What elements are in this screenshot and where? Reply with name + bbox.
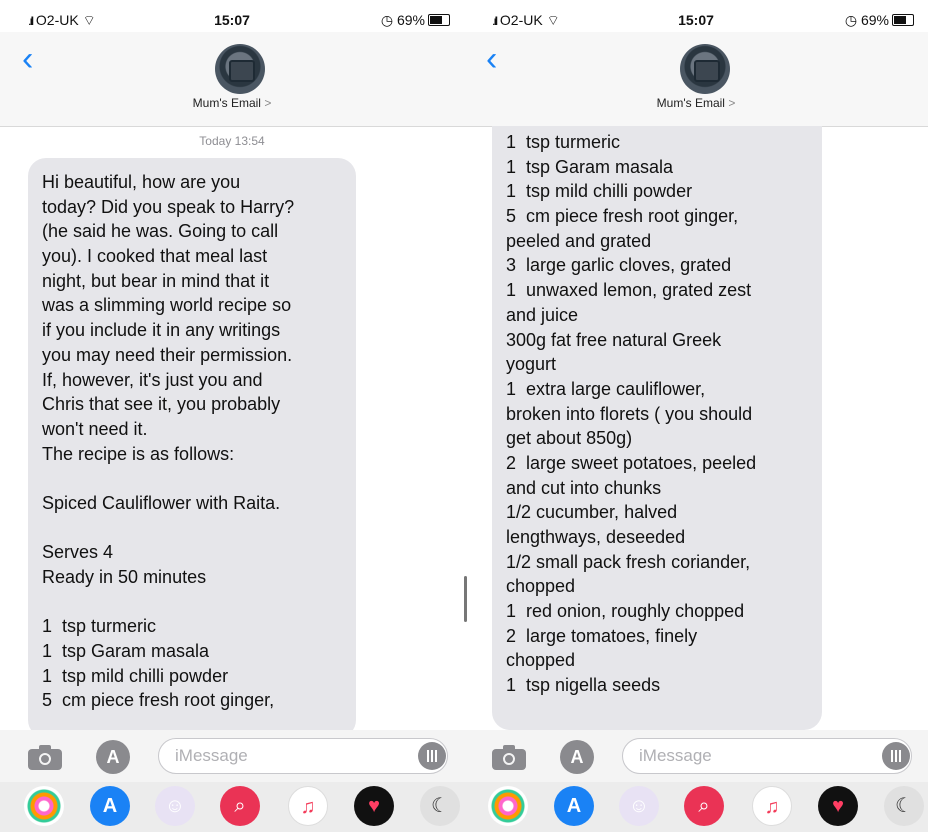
avatar[interactable] — [215, 44, 265, 94]
message-line: get about 850g) — [506, 428, 633, 449]
message-line: 2 large tomatoes, finely — [506, 625, 698, 646]
message-line: won't need it. — [42, 418, 148, 439]
memoji-app-icon[interactable]: ☺ — [155, 786, 195, 826]
message-line: 1/2 small pack fresh coriander, — [506, 551, 751, 572]
message-line: was a slimming world recipe so — [42, 295, 292, 316]
battery-percent: 69% — [860, 12, 889, 28]
conversation-header: ‹ Mum's Email > — [464, 32, 928, 127]
status-bar: .ıll O2-UK ⌔ 15:07 ◷ 69% — [0, 8, 464, 32]
message-line: peeled and grated — [506, 230, 652, 251]
message-line: 2 large sweet potatoes, peeled — [506, 452, 757, 473]
battery-icon — [892, 14, 914, 26]
message-line: chopped — [506, 576, 576, 597]
message-line — [42, 516, 342, 541]
message-line: 5 cm piece fresh root ginger, — [42, 690, 275, 711]
message-line: Serves 4 — [42, 542, 114, 563]
message-line: 5 cm piece fresh root ginger, — [506, 206, 739, 227]
battery-icon — [428, 14, 450, 26]
message-line: and cut into chunks — [506, 477, 662, 498]
image-search-app-icon[interactable]: ⌕ — [684, 786, 724, 826]
alarm-icon: ◷ — [844, 12, 858, 28]
conversation-header: ‹ Mum's Email > — [0, 32, 464, 127]
appstore-icon[interactable]: A — [560, 740, 594, 774]
digital-touch-app-icon[interactable]: ♥ — [818, 786, 858, 826]
alarm-icon: ◷ — [380, 12, 394, 28]
audio-waveform-icon[interactable] — [882, 742, 910, 770]
message-line — [42, 590, 342, 615]
digital-touch-app-icon[interactable]: ♥ — [354, 786, 394, 826]
message-line: night, but bear in mind that it — [42, 270, 270, 291]
message-timestamp: Today 13:54 — [199, 134, 265, 148]
message-line: 1 unwaxed lemon, grated zest — [506, 280, 752, 301]
appstore-app-icon[interactable]: A — [554, 786, 594, 826]
chevron-left-icon[interactable]: ‹ — [486, 42, 497, 76]
message-line: Ready in 50 minutes — [42, 567, 207, 587]
appstore-app-icon[interactable]: A — [90, 786, 130, 826]
message-line: 1 tsp mild chilli powder — [506, 181, 693, 202]
message-line: chopped — [506, 650, 576, 671]
message-line: today? Did you speak to Harry? — [42, 196, 295, 217]
photos-app-icon[interactable] — [488, 786, 528, 826]
message-line: 1/2 cucumber, halved — [506, 502, 678, 523]
message-line: lengthways, deseeded — [506, 527, 686, 547]
message-line: 1 tsp turmeric — [506, 132, 621, 152]
contact-name[interactable]: Mum's Email > — [464, 96, 928, 110]
right-screenshot: .ıll O2-UK ⌔ 15:07 ◷ 69% ‹ Mum's Email >… — [464, 0, 928, 832]
message-line: broken into florets ( you should — [506, 403, 753, 424]
moon-app-icon[interactable]: ☾ — [420, 786, 460, 826]
appstore-icon[interactable]: A — [96, 740, 130, 774]
battery-percent: 69% — [396, 12, 425, 28]
message-line: you). I cooked that meal last — [42, 246, 268, 267]
compose-bar: A iMessage — [0, 730, 464, 782]
camera-icon[interactable] — [28, 744, 62, 770]
image-search-app-icon[interactable]: ⌕ — [220, 786, 260, 826]
photos-app-icon[interactable] — [24, 786, 64, 826]
message-line: 1 extra large cauliflower, — [506, 378, 706, 399]
message-bubble[interactable]: 1 tsp turmeric 1 tsp Garam masala 1 tsp mi… — [492, 126, 822, 730]
memoji-app-icon[interactable]: ☺ — [619, 786, 659, 826]
imessage-input[interactable]: iMessage — [622, 738, 912, 774]
audio-waveform-icon[interactable] — [418, 742, 446, 770]
message-line: if you include it in any writings — [42, 320, 281, 341]
message-line: 1 tsp turmeric — [42, 616, 157, 637]
message-line: If, however, it's just you and — [42, 369, 263, 390]
message-line: 3 large garlic cloves, grated — [506, 255, 732, 276]
imessage-input[interactable]: iMessage — [158, 738, 448, 774]
message-line: and juice — [506, 304, 579, 325]
message-line — [42, 466, 342, 491]
app-drawer: A ☺ ⌕ ♫ ♥ ☾ — [464, 782, 928, 832]
contact-name[interactable]: Mum's Email > — [0, 96, 464, 110]
message-line: yogurt — [506, 354, 557, 375]
camera-icon[interactable] — [492, 744, 526, 770]
message-line: 1 tsp Garam masala — [506, 156, 674, 177]
message-line: you may need their permission. — [42, 344, 293, 365]
scrollbar[interactable] — [464, 576, 467, 622]
app-drawer: A ☺ ⌕ ♫ ♥ ☾ — [0, 782, 464, 832]
chevron-right-icon: > — [264, 96, 272, 110]
message-line: Chris that see it, you probably — [42, 394, 281, 415]
avatar[interactable] — [680, 44, 730, 94]
message-line: 300g fat free natural Greek — [506, 329, 722, 350]
message-line: 1 tsp Garam masala — [42, 641, 210, 662]
message-line: Hi beautiful, how are you — [42, 172, 241, 192]
message-line: (he said he was. Going to call — [42, 221, 279, 242]
message-line: 1 tsp nigella seeds — [506, 675, 661, 696]
chevron-left-icon[interactable]: ‹ — [22, 42, 33, 76]
music-app-icon[interactable]: ♫ — [752, 786, 792, 826]
message-line: 1 red onion, roughly chopped — [506, 601, 745, 622]
left-screenshot: .ıll O2-UK ⌔ 15:07 ◷ 69% ‹ Mum's Email >… — [0, 0, 464, 832]
compose-bar: A iMessage — [464, 730, 928, 782]
status-bar: .ıll O2-UK ⌔ 15:07 ◷ 69% — [464, 8, 928, 32]
message-line: The recipe is as follows: — [42, 443, 235, 464]
music-app-icon[interactable]: ♫ — [288, 786, 328, 826]
chevron-right-icon: > — [728, 96, 736, 110]
moon-app-icon[interactable]: ☾ — [884, 786, 924, 826]
message-line: 1 tsp mild chilli powder — [42, 665, 229, 686]
message-line: Spiced Cauliflower with Raita. — [42, 492, 281, 513]
message-bubble[interactable]: Hi beautiful, how are you today? Did you … — [28, 158, 356, 738]
